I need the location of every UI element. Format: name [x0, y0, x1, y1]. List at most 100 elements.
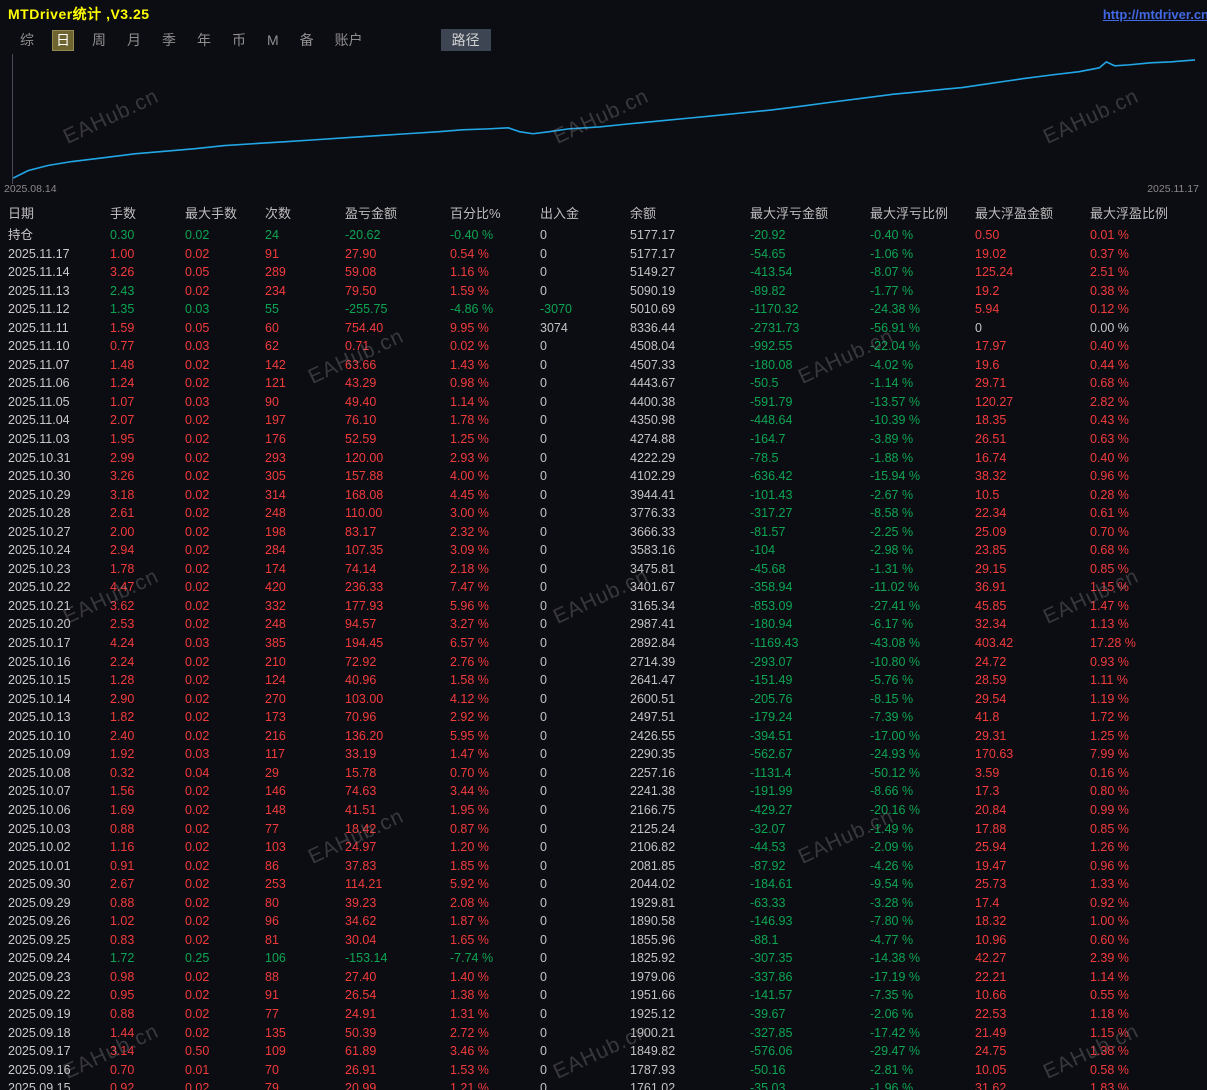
- value-cell: 0.50: [185, 1044, 210, 1059]
- table-row[interactable]: 2025.10.21 3.62 0.02 332 177.93 5.96 % 0 3165.3…: [0, 597, 1207, 616]
- value-cell: -591.79: [750, 394, 793, 409]
- table-row[interactable]: 2025.10.01 0.91 0.02 86 37.83 1.85 % 0 2081.85 -…: [0, 857, 1207, 876]
- tab-年[interactable]: 年: [194, 31, 214, 50]
- date-cell: 2025.10.06: [8, 802, 71, 817]
- table-row[interactable]: 2025.09.18 1.44 0.02 135 50.39 2.72 % 0 1900.21…: [0, 1024, 1207, 1043]
- tab-周[interactable]: 周: [89, 31, 109, 50]
- table-row[interactable]: 2025.09.17 3.14 0.50 109 61.89 3.46 % 0 1849.82…: [0, 1042, 1207, 1061]
- value-cell: 0: [540, 969, 547, 984]
- table-row[interactable]: 2025.10.06 1.69 0.02 148 41.51 1.95 % 0 2166.75…: [0, 801, 1207, 820]
- table-row[interactable]: 2025.10.09 1.92 0.03 117 33.19 1.47 % 0 2290.35…: [0, 745, 1207, 764]
- table-row[interactable]: 2025.09.26 1.02 0.02 96 34.62 1.87 % 0 1890.58 -…: [0, 912, 1207, 931]
- table-row[interactable]: 2025.10.13 1.82 0.02 173 70.96 2.92 % 0 2497.51…: [0, 708, 1207, 727]
- tab-账户[interactable]: 账户: [332, 31, 366, 50]
- table-row[interactable]: 2025.10.10 2.40 0.02 216 136.20 5.95 % 0 2426.5…: [0, 727, 1207, 746]
- table-row[interactable]: 2025.10.03 0.88 0.02 77 18.42 0.87 % 0 2125.24 -…: [0, 820, 1207, 839]
- table-row[interactable]: 2025.10.30 3.26 0.02 305 157.88 4.00 % 0 4102.2…: [0, 467, 1207, 486]
- value-cell: 1890.58: [630, 914, 676, 929]
- value-cell: -43.08 %: [870, 636, 921, 651]
- table-row[interactable]: 2025.10.23 1.78 0.02 174 74.14 2.18 % 0 3475.81…: [0, 560, 1207, 579]
- table-row[interactable]: 2025.10.07 1.56 0.02 146 74.63 3.44 % 0 2241.38…: [0, 782, 1207, 801]
- table-row[interactable]: 2025.10.17 4.24 0.03 385 194.45 6.57 % 0 2892.8…: [0, 634, 1207, 653]
- homepage-link[interactable]: http://mtdriver.cn: [1103, 7, 1207, 22]
- value-cell: 0.02: [185, 580, 210, 595]
- value-cell: 0: [540, 339, 547, 354]
- stats-table: 日期 手数 最大手数 次数 盈亏金额 百分比% 出入金 余额 最大浮亏金额 最大浮亏比例 最大浮盈金…: [0, 202, 1207, 1090]
- column-header-4: 盈亏金额: [345, 206, 398, 221]
- table-row[interactable]: 2025.10.15 1.28 0.02 124 40.96 1.58 % 0 2641.47…: [0, 671, 1207, 690]
- value-cell: 117: [265, 747, 285, 762]
- value-cell: 103.00: [345, 691, 384, 706]
- value-cell: 24.75: [975, 1044, 1007, 1059]
- date-cell: 2025.10.28: [8, 506, 71, 521]
- value-cell: 1849.82: [630, 1044, 676, 1059]
- table-row[interactable]: 2025.09.29 0.88 0.02 80 39.23 2.08 % 0 1929.81 -…: [0, 894, 1207, 913]
- value-cell: 106: [265, 951, 286, 966]
- table-row[interactable]: 2025.10.29 3.18 0.02 314 168.08 4.45 % 0 3944.4…: [0, 486, 1207, 505]
- value-cell: 4508.04: [630, 339, 676, 354]
- table-row[interactable]: 2025.10.24 2.94 0.02 284 107.35 3.09 % 0 3583.1…: [0, 541, 1207, 560]
- tab-M[interactable]: M: [264, 31, 282, 50]
- table-row[interactable]: 2025.10.08 0.32 0.04 29 15.78 0.70 % 0 2257.16 -…: [0, 764, 1207, 783]
- value-cell: 1.38 %: [1090, 1044, 1129, 1059]
- table-row[interactable]: 2025.11.03 1.95 0.02 176 52.59 1.25 % 0 4274.88…: [0, 430, 1207, 449]
- table-row[interactable]: 2025.10.20 2.53 0.02 248 94.57 3.27 % 0 2987.41…: [0, 615, 1207, 634]
- table-row[interactable]: 2025.11.07 1.48 0.02 142 63.66 1.43 % 0 4507.33…: [0, 356, 1207, 375]
- value-cell: -448.64: [750, 413, 793, 428]
- tab-月[interactable]: 月: [124, 31, 144, 50]
- table-row[interactable]: 2025.09.23 0.98 0.02 88 27.40 1.40 % 0 1979.06 -…: [0, 968, 1207, 987]
- value-cell: -7.74 %: [450, 951, 494, 966]
- value-cell: 0: [540, 988, 547, 1003]
- table-row[interactable]: 2025.11.05 1.07 0.03 90 49.40 1.14 % 0 4400.38 -…: [0, 393, 1207, 412]
- value-cell: 1.78 %: [450, 413, 489, 428]
- table-row[interactable]: 2025.09.22 0.95 0.02 91 26.54 1.38 % 0 1951.66 -…: [0, 986, 1207, 1005]
- table-row[interactable]: 2025.11.06 1.24 0.02 121 43.29 0.98 % 0 4443.67…: [0, 374, 1207, 393]
- tab-日[interactable]: 日: [52, 29, 74, 51]
- value-cell: 0.63 %: [1090, 432, 1129, 447]
- value-cell: 0: [540, 543, 547, 558]
- table-row[interactable]: 2025.11.11 1.59 0.05 60 754.40 9.95 % 3074 8336…: [0, 319, 1207, 338]
- table-row[interactable]: 2025.09.24 1.72 0.25 106 -153.14 -7.74 % 0 1825…: [0, 949, 1207, 968]
- table-row[interactable]: 2025.09.30 2.67 0.02 253 114.21 5.92 % 0 2044.0…: [0, 875, 1207, 894]
- table-row[interactable]: 2025.09.19 0.88 0.02 77 24.91 1.31 % 0 1925.12 -…: [0, 1005, 1207, 1024]
- value-cell: 248: [265, 506, 286, 521]
- table-row[interactable]: 2025.10.27 2.00 0.02 198 83.17 2.32 % 0 3666.33…: [0, 523, 1207, 542]
- table-row[interactable]: 2025.10.22 4.47 0.02 420 236.33 7.47 % 0 3401.6…: [0, 578, 1207, 597]
- value-cell: 0: [540, 784, 547, 799]
- tab-季[interactable]: 季: [159, 31, 179, 50]
- table-row[interactable]: 2025.11.12 1.35 0.03 55 -255.75 -4.86 % -3070 5…: [0, 300, 1207, 319]
- value-cell: 3.18: [110, 487, 135, 502]
- value-cell: 2.76 %: [450, 654, 489, 669]
- path-button[interactable]: 路径: [440, 29, 491, 51]
- value-cell: 0.37 %: [1090, 246, 1129, 261]
- table-row[interactable]: 2025.10.28 2.61 0.02 248 110.00 3.00 % 0 3776.3…: [0, 504, 1207, 523]
- table-row[interactable]: 2025.10.14 2.90 0.02 270 103.00 4.12 % 0 2600.5…: [0, 690, 1207, 709]
- value-cell: 142: [265, 357, 286, 372]
- tab-备[interactable]: 备: [297, 31, 317, 50]
- table-row[interactable]: 2025.09.15 0.92 0.02 79 20.99 1.21 % 0 1761.02 -…: [0, 1079, 1207, 1090]
- value-cell: 1.20 %: [450, 840, 489, 855]
- value-cell: 2.72 %: [450, 1025, 489, 1040]
- table-row[interactable]: 2025.09.25 0.83 0.02 81 30.04 1.65 % 0 1855.96 -…: [0, 931, 1207, 950]
- table-row[interactable]: 2025.11.17 1.00 0.02 91 27.90 0.54 % 0 5177.17 -…: [0, 245, 1207, 264]
- value-cell: -3070: [540, 302, 572, 317]
- date-cell: 2025.10.15: [8, 673, 71, 688]
- table-row[interactable]: 持仓 0.30 0.02 24 -20.62 -0.40 % 0 5177.17 -20.92 -…: [0, 226, 1207, 245]
- value-cell: -205.76: [750, 691, 793, 706]
- value-cell: 0.44 %: [1090, 357, 1129, 372]
- table-row[interactable]: 2025.09.16 0.70 0.01 70 26.91 1.53 % 0 1787.93 -…: [0, 1061, 1207, 1080]
- column-header-11: 最大浮盈比例: [1090, 206, 1169, 221]
- tab-币[interactable]: 币: [229, 31, 249, 50]
- tab-综[interactable]: 综: [17, 31, 37, 50]
- table-row[interactable]: 2025.11.13 2.43 0.02 234 79.50 1.59 % 0 5090.19…: [0, 282, 1207, 301]
- table-row[interactable]: 2025.10.02 1.16 0.02 103 24.97 1.20 % 0 2106.82…: [0, 838, 1207, 857]
- value-cell: -22.04 %: [870, 339, 921, 354]
- value-cell: -8.15 %: [870, 691, 914, 706]
- table-row[interactable]: 2025.10.16 2.24 0.02 210 72.92 2.76 % 0 2714.39…: [0, 653, 1207, 672]
- value-cell: 0.02: [185, 228, 210, 242]
- value-cell: 1.38 %: [450, 988, 489, 1003]
- table-row[interactable]: 2025.11.10 0.77 0.03 62 0.71 0.02 % 0 4508.04 -9…: [0, 337, 1207, 356]
- table-row[interactable]: 2025.11.14 3.26 0.05 289 59.08 1.16 % 0 5149.27…: [0, 263, 1207, 282]
- table-row[interactable]: 2025.11.04 2.07 0.02 197 76.10 1.78 % 0 4350.98…: [0, 411, 1207, 430]
- table-row[interactable]: 2025.10.31 2.99 0.02 293 120.00 2.93 % 0 4222.2…: [0, 449, 1207, 468]
